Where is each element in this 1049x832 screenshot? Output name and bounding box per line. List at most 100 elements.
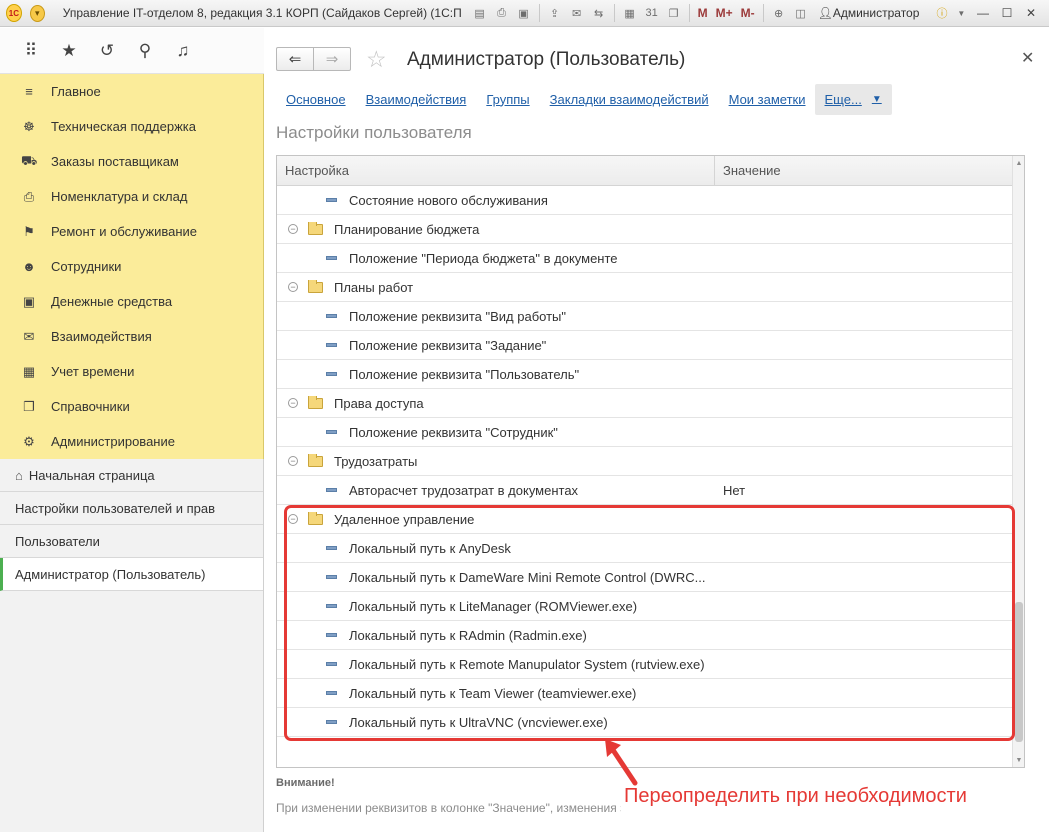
- book-icon: ❐: [23, 398, 35, 414]
- compare-icon[interactable]: ⇆: [589, 3, 609, 23]
- link-main[interactable]: Основное: [286, 92, 346, 107]
- chevron-down-icon[interactable]: ▼: [953, 3, 970, 23]
- table-group-row[interactable]: − Трудозатраты: [277, 447, 1012, 476]
- calculator-icon[interactable]: ▦: [620, 3, 640, 23]
- collapse-toggle-icon[interactable]: −: [288, 398, 298, 408]
- table-row[interactable]: Положение "Периода бюджета" в документе: [277, 244, 1012, 273]
- warning-title: Внимание!: [276, 777, 335, 789]
- sidebar-item[interactable]: ⚑ Ремонт и обслуживание: [0, 214, 263, 249]
- column-header-value[interactable]: Значение: [715, 156, 1024, 185]
- link-interactions[interactable]: Взаимодействия: [366, 92, 467, 107]
- vertical-scrollbar[interactable]: ▲ ▼: [1012, 156, 1024, 767]
- sidebar-item[interactable]: ▣ Денежные средства: [0, 284, 263, 319]
- collapse-toggle-icon[interactable]: −: [288, 456, 298, 466]
- open-window-item[interactable]: ⌂ Начальная страница: [0, 459, 263, 492]
- minimize-button[interactable]: —: [971, 3, 995, 23]
- setting-cell: Локальный путь к RAdmin (Radmin.exe): [277, 628, 715, 643]
- link-notes[interactable]: Мои заметки: [729, 92, 806, 107]
- table-row[interactable]: Авторасчет трудозатрат в документах Нет: [277, 476, 1012, 505]
- close-window-button[interactable]: ✕: [1019, 3, 1043, 23]
- setting-cell: Положение реквизита "Сотрудник": [277, 425, 715, 440]
- setting-cell: Локальный путь к Remote Manupulator Syst…: [277, 657, 715, 672]
- table-row[interactable]: Локальный путь к RAdmin (Radmin.exe): [277, 621, 1012, 650]
- history-icon[interactable]: ↺: [88, 36, 126, 66]
- table-row[interactable]: Состояние нового обслуживания: [277, 186, 1012, 215]
- link-groups[interactable]: Группы: [486, 92, 529, 107]
- apps-grid-icon[interactable]: ⠿: [12, 36, 50, 66]
- table-row[interactable]: Положение реквизита "Сотрудник": [277, 418, 1012, 447]
- table-row[interactable]: Локальный путь к UltraVNC (vncviewer.exe…: [277, 708, 1012, 737]
- column-header-setting[interactable]: Настройка: [277, 156, 715, 185]
- sidebar-item[interactable]: ☸ Техническая поддержка: [0, 109, 263, 144]
- more-label: Еще...: [824, 91, 862, 107]
- settings-table[interactable]: Настройка Значение Состояние нового обсл…: [276, 155, 1025, 768]
- setting-name: Положение "Периода бюджета" в документе: [349, 250, 618, 266]
- table-group-row[interactable]: − Планы работ: [277, 273, 1012, 302]
- forward-button[interactable]: ⇒: [314, 48, 350, 70]
- sidebar-item[interactable]: ▦ Учет времени: [0, 354, 263, 389]
- table-row[interactable]: Локальный путь к LiteManager (ROMViewer.…: [277, 592, 1012, 621]
- user-menu[interactable]: 👤︎ Администратор: [818, 6, 920, 20]
- search-icon[interactable]: ⚲: [126, 36, 164, 66]
- save-icon[interactable]: ▤: [470, 3, 490, 23]
- table-row[interactable]: Положение реквизита "Вид работы": [277, 302, 1012, 331]
- mail-icon[interactable]: ✉: [567, 3, 587, 23]
- table-row[interactable]: Положение реквизита "Пользователь": [277, 360, 1012, 389]
- panels-icon[interactable]: ◫: [791, 3, 811, 23]
- back-button[interactable]: ⇐: [277, 48, 314, 70]
- maximize-button[interactable]: ☐: [995, 3, 1019, 23]
- sidebar-item-label: Учет времени: [51, 364, 135, 379]
- table-row[interactable]: Локальный путь к Remote Manupulator Syst…: [277, 650, 1012, 679]
- table-row[interactable]: Локальный путь к DameWare Mini Remote Co…: [277, 563, 1012, 592]
- preview-icon[interactable]: ▣: [514, 3, 534, 23]
- sidebar-item[interactable]: ⚙ Администрирование: [0, 424, 263, 459]
- open-window-item[interactable]: Администратор (Пользователь): [0, 558, 263, 591]
- table-group-row[interactable]: − Права доступа: [277, 389, 1012, 418]
- table-row[interactable]: Положение реквизита "Задание": [277, 331, 1012, 360]
- memory-plus-button[interactable]: M+: [716, 6, 733, 20]
- table-row[interactable]: Локальный путь к Team Viewer (teamviewer…: [277, 679, 1012, 708]
- sidebar-item[interactable]: ❐ Справочники: [0, 389, 263, 424]
- collapse-toggle-icon[interactable]: −: [288, 224, 298, 234]
- setting-name: Локальный путь к Remote Manupulator Syst…: [349, 656, 705, 672]
- clipboard-icon[interactable]: ❐: [664, 3, 684, 23]
- scroll-up-icon[interactable]: ▲: [1013, 156, 1024, 170]
- setting-name: Авторасчет трудозатрат в документах: [349, 482, 579, 498]
- sidebar-item[interactable]: ✉ Взаимодействия: [0, 319, 263, 354]
- folder-icon: [308, 453, 323, 467]
- sidebar-item[interactable]: ⛟ Заказы поставщикам: [0, 144, 263, 179]
- link-bookmarks[interactable]: Закладки взаимодействий: [550, 92, 709, 107]
- sidebar-item[interactable]: ☻ Сотрудники: [0, 249, 263, 284]
- favorites-icon[interactable]: ★: [50, 36, 88, 66]
- table-group-row[interactable]: − Удаленное управление: [277, 505, 1012, 534]
- open-window-item[interactable]: Настройки пользователей и прав: [0, 492, 263, 525]
- sidebar-item[interactable]: ≡ Главное: [0, 74, 263, 109]
- folder-icon: [308, 511, 323, 525]
- table-row[interactable]: Локальный путь к AnyDesk: [277, 534, 1012, 563]
- value-cell[interactable]: Нет: [715, 483, 745, 498]
- export-icon[interactable]: ⇪: [545, 3, 565, 23]
- notifications-icon[interactable]: ♫: [164, 36, 202, 66]
- wallet-icon: ▣: [22, 293, 36, 309]
- close-form-button[interactable]: ✕: [1021, 48, 1034, 68]
- open-window-label: Настройки пользователей и прав: [15, 500, 216, 516]
- print-icon[interactable]: ⎙: [492, 3, 512, 23]
- main-menu-button[interactable]: ▾: [29, 4, 45, 22]
- sidebar-item[interactable]: ⎙ Номенклатура и склад: [0, 179, 263, 214]
- favorite-star-icon[interactable]: ☆: [366, 46, 387, 73]
- collapse-toggle-icon[interactable]: −: [288, 514, 298, 524]
- more-button[interactable]: Еще... ▼: [814, 83, 892, 115]
- scroll-down-icon[interactable]: ▼: [1013, 753, 1024, 767]
- calendar-icon[interactable]: 31: [642, 3, 662, 23]
- info-icon[interactable]: ⓘ: [933, 3, 950, 23]
- open-window-item[interactable]: Пользователи: [0, 525, 263, 558]
- zoom-icon[interactable]: ⊕: [769, 3, 789, 23]
- warning-text: При изменении реквизитов в колонке "Знач…: [276, 801, 621, 815]
- table-group-row[interactable]: − Планирование бюджета: [277, 215, 1012, 244]
- collapse-toggle-icon[interactable]: −: [288, 282, 298, 292]
- scroll-thumb[interactable]: [1015, 602, 1023, 742]
- setting-cell: Локальный путь к DameWare Mini Remote Co…: [277, 570, 715, 585]
- memory-button[interactable]: M: [698, 6, 708, 20]
- user-form: ⇐ ⇒ ☆ Администратор (Пользователь) ✕ Осн…: [265, 28, 1049, 832]
- memory-minus-button[interactable]: M-: [741, 6, 755, 20]
